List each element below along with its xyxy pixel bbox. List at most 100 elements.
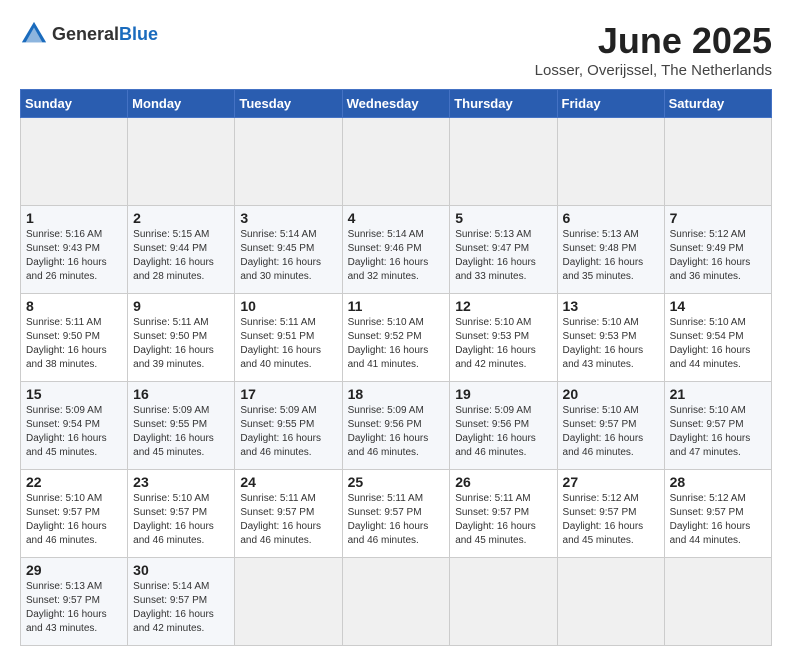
day-info: Sunrise: 5:12 AM Sunset: 9:49 PM Dayligh… <box>670 228 766 284</box>
week-row-1: 1 Sunrise: 5:16 AM Sunset: 9:43 PM Daylig… <box>21 206 772 294</box>
calendar-cell <box>235 118 342 206</box>
calendar-cell: 13 Sunrise: 5:10 AM Sunset: 9:53 PM Dayli… <box>557 294 664 382</box>
day-info: Sunrise: 5:10 AM Sunset: 9:52 PM Dayligh… <box>348 316 445 372</box>
week-row-5: 29 Sunrise: 5:13 AM Sunset: 9:57 PM Dayli… <box>21 558 772 646</box>
calendar-cell: 27 Sunrise: 5:12 AM Sunset: 9:57 PM Dayli… <box>557 470 664 558</box>
day-info: Sunrise: 5:11 AM Sunset: 9:57 PM Dayligh… <box>455 492 551 548</box>
calendar-cell: 18Sunrise: 5:09 AM Sunset: 9:56 PM Dayli… <box>342 382 450 470</box>
header: GeneralBlue June 2025 Losser, Overijssel… <box>20 20 772 79</box>
calendar-cell: 9 Sunrise: 5:11 AM Sunset: 9:50 PM Daylig… <box>128 294 235 382</box>
calendar-cell <box>664 558 771 646</box>
calendar-cell: 23 Sunrise: 5:10 AM Sunset: 9:57 PM Dayli… <box>128 470 235 558</box>
calendar-cell <box>450 118 557 206</box>
title-area: June 2025 Losser, Overijssel, The Nether… <box>535 20 772 79</box>
calendar-cell: 26Sunrise: 5:11 AM Sunset: 9:57 PM Dayli… <box>450 470 557 558</box>
calendar-cell: 15Sunrise: 5:09 AM Sunset: 9:54 PM Dayli… <box>21 382 128 470</box>
calendar-cell <box>235 558 342 646</box>
calendar-cell: 16Sunrise: 5:09 AM Sunset: 9:55 PM Dayli… <box>128 382 235 470</box>
day-info: Sunrise: 5:09 AM Sunset: 9:55 PM Dayligh… <box>240 404 336 460</box>
day-info: Sunrise: 5:12 AM Sunset: 9:57 PM Dayligh… <box>670 492 766 548</box>
header-friday: Friday <box>557 90 664 118</box>
calendar-cell <box>557 558 664 646</box>
calendar-cell: 8 Sunrise: 5:11 AM Sunset: 9:50 PM Daylig… <box>21 294 128 382</box>
day-number: 29 <box>26 562 122 578</box>
header-saturday: Saturday <box>664 90 771 118</box>
day-number: 17 <box>240 386 336 402</box>
logo-text-blue: Blue <box>119 24 158 44</box>
day-info: Sunrise: 5:13 AM Sunset: 9:57 PM Dayligh… <box>26 580 122 636</box>
day-number: 5 <box>455 210 551 226</box>
day-info: Sunrise: 5:16 AM Sunset: 9:43 PM Dayligh… <box>26 228 122 284</box>
calendar-cell: 10 Sunrise: 5:11 AM Sunset: 9:51 PM Dayli… <box>235 294 342 382</box>
day-info: Sunrise: 5:14 AM Sunset: 9:46 PM Dayligh… <box>348 228 445 284</box>
calendar-cell: 19Sunrise: 5:09 AM Sunset: 9:56 PM Dayli… <box>450 382 557 470</box>
day-number: 1 <box>26 210 122 226</box>
calendar-cell: 5 Sunrise: 5:13 AM Sunset: 9:47 PM Daylig… <box>450 206 557 294</box>
calendar-cell: 11 Sunrise: 5:10 AM Sunset: 9:52 PM Dayli… <box>342 294 450 382</box>
day-number: 30 <box>133 562 229 578</box>
day-headers-row: Sunday Monday Tuesday Wednesday Thursday… <box>21 90 772 118</box>
day-number: 24 <box>240 474 336 490</box>
day-number: 4 <box>348 210 445 226</box>
calendar-cell: 12Sunrise: 5:10 AM Sunset: 9:53 PM Dayli… <box>450 294 557 382</box>
day-info: Sunrise: 5:10 AM Sunset: 9:53 PM Dayligh… <box>563 316 659 372</box>
day-number: 11 <box>348 298 445 314</box>
week-row-2: 8 Sunrise: 5:11 AM Sunset: 9:50 PM Daylig… <box>21 294 772 382</box>
calendar-cell: 22 Sunrise: 5:10 AM Sunset: 9:57 PM Dayli… <box>21 470 128 558</box>
day-number: 8 <box>26 298 122 314</box>
calendar-cell: 1 Sunrise: 5:16 AM Sunset: 9:43 PM Daylig… <box>21 206 128 294</box>
day-number: 14 <box>670 298 766 314</box>
header-tuesday: Tuesday <box>235 90 342 118</box>
calendar-cell: 6Sunrise: 5:13 AM Sunset: 9:48 PM Daylig… <box>557 206 664 294</box>
calendar-cell <box>557 118 664 206</box>
day-info: Sunrise: 5:12 AM Sunset: 9:57 PM Dayligh… <box>563 492 659 548</box>
day-info: Sunrise: 5:11 AM Sunset: 9:57 PM Dayligh… <box>240 492 336 548</box>
day-info: Sunrise: 5:10 AM Sunset: 9:57 PM Dayligh… <box>133 492 229 548</box>
calendar: Sunday Monday Tuesday Wednesday Thursday… <box>20 89 772 646</box>
calendar-cell <box>21 118 128 206</box>
day-info: Sunrise: 5:11 AM Sunset: 9:51 PM Dayligh… <box>240 316 336 372</box>
logo: GeneralBlue <box>20 20 158 48</box>
day-info: Sunrise: 5:10 AM Sunset: 9:57 PM Dayligh… <box>26 492 122 548</box>
day-number: 28 <box>670 474 766 490</box>
logo-text-general: General <box>52 24 119 44</box>
day-info: Sunrise: 5:11 AM Sunset: 9:50 PM Dayligh… <box>26 316 122 372</box>
calendar-cell: 20Sunrise: 5:10 AM Sunset: 9:57 PM Dayli… <box>557 382 664 470</box>
day-info: Sunrise: 5:10 AM Sunset: 9:54 PM Dayligh… <box>670 316 766 372</box>
day-number: 7 <box>670 210 766 226</box>
day-info: Sunrise: 5:09 AM Sunset: 9:54 PM Dayligh… <box>26 404 122 460</box>
day-info: Sunrise: 5:15 AM Sunset: 9:44 PM Dayligh… <box>133 228 229 284</box>
header-thursday: Thursday <box>450 90 557 118</box>
day-number: 3 <box>240 210 336 226</box>
day-number: 19 <box>455 386 551 402</box>
day-number: 27 <box>563 474 659 490</box>
day-number: 23 <box>133 474 229 490</box>
day-number: 6 <box>563 210 659 226</box>
calendar-cell: 4 Sunrise: 5:14 AM Sunset: 9:46 PM Daylig… <box>342 206 450 294</box>
calendar-cell: 3Sunrise: 5:14 AM Sunset: 9:45 PM Daylig… <box>235 206 342 294</box>
day-number: 2 <box>133 210 229 226</box>
day-number: 21 <box>670 386 766 402</box>
day-info: Sunrise: 5:09 AM Sunset: 9:56 PM Dayligh… <box>348 404 445 460</box>
calendar-cell: 29 Sunrise: 5:13 AM Sunset: 9:57 PM Dayli… <box>21 558 128 646</box>
day-info: Sunrise: 5:10 AM Sunset: 9:57 PM Dayligh… <box>670 404 766 460</box>
day-number: 10 <box>240 298 336 314</box>
calendar-cell <box>342 118 450 206</box>
header-sunday: Sunday <box>21 90 128 118</box>
day-info: Sunrise: 5:10 AM Sunset: 9:57 PM Dayligh… <box>563 404 659 460</box>
day-number: 13 <box>563 298 659 314</box>
day-info: Sunrise: 5:11 AM Sunset: 9:50 PM Dayligh… <box>133 316 229 372</box>
day-number: 9 <box>133 298 229 314</box>
calendar-cell: 17 Sunrise: 5:09 AM Sunset: 9:55 PM Dayli… <box>235 382 342 470</box>
day-number: 22 <box>26 474 122 490</box>
day-info: Sunrise: 5:13 AM Sunset: 9:47 PM Dayligh… <box>455 228 551 284</box>
day-info: Sunrise: 5:11 AM Sunset: 9:57 PM Dayligh… <box>348 492 445 548</box>
month-title: June 2025 <box>535 20 772 62</box>
calendar-cell <box>342 558 450 646</box>
calendar-cell: 28 Sunrise: 5:12 AM Sunset: 9:57 PM Dayli… <box>664 470 771 558</box>
calendar-cell: 2 Sunrise: 5:15 AM Sunset: 9:44 PM Daylig… <box>128 206 235 294</box>
day-number: 25 <box>348 474 445 490</box>
calendar-cell: 24 Sunrise: 5:11 AM Sunset: 9:57 PM Dayli… <box>235 470 342 558</box>
header-monday: Monday <box>128 90 235 118</box>
day-number: 16 <box>133 386 229 402</box>
